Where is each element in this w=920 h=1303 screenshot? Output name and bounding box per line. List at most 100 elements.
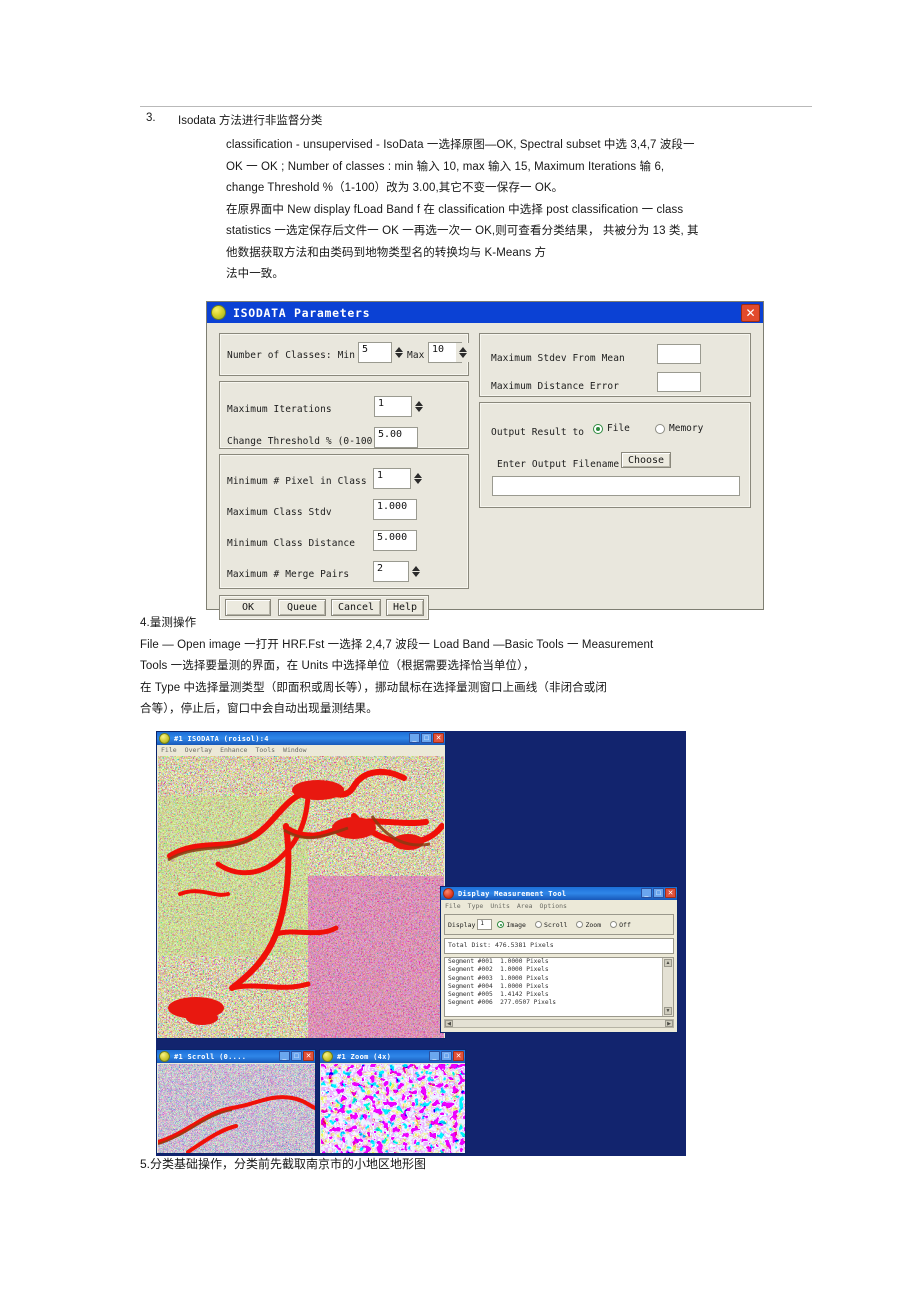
spinner-num-classes-max[interactable] [456,343,469,362]
label-number-of-classes-max: Max [407,350,425,361]
para1-line-1: classification - unsupervised - IsoData … [226,139,695,151]
maximize-icon[interactable]: □ [441,1051,452,1061]
spinner-max-merge-pairs[interactable] [409,562,422,581]
maximize-icon[interactable]: □ [291,1051,302,1061]
image-window-menubar[interactable]: File Overlay Enhance Tools Window [157,745,445,755]
image-window-buttons[interactable]: _ □ ✕ [409,733,444,743]
input-max-merge-pairs[interactable]: 2 [373,561,409,582]
menu-window[interactable]: Window [283,746,306,754]
label-change-threshold: Change Threshold % (0-100) [227,436,379,447]
envi-globe-icon [159,733,170,744]
minimize-icon[interactable]: _ [409,733,420,743]
section-title: Isodata 方法进行非监督分类 [178,115,323,127]
maximize-icon[interactable]: □ [653,888,664,898]
input-max-distance-error[interactable] [657,372,701,392]
para1-line-6: 他数据获取方法和由类码到地物类型名的转换均与 K-Means 方 [226,246,547,259]
segment-list[interactable]: Segment #001 1.0000 Pixels Segment #002 … [444,957,674,1017]
total-distance-readout: Total Dist: 476.5381 Pixels [444,938,674,954]
menu-file[interactable]: File [161,746,177,754]
close-icon[interactable]: ✕ [665,888,676,898]
scroll-right-icon[interactable]: ▶ [665,1020,673,1027]
envi-globe-icon [211,305,226,320]
choose-button[interactable]: Choose [621,452,671,468]
scroll-window-title: #1 Scroll (0.... [174,1052,247,1061]
spinner-maximum-iterations[interactable] [412,397,425,416]
minimize-icon[interactable]: _ [429,1051,440,1061]
para2-line-2: File — Open image 一打开 HRF.Fst 一选择 2,4,7 … [140,638,654,651]
dialog-title-bar: ISODATA Parameters ✕ [207,302,763,323]
radio-dot-scroll [534,921,542,928]
close-icon[interactable]: ✕ [303,1051,314,1061]
horizontal-scrollbar[interactable]: ◀ ▶ [444,1019,674,1028]
radio-dot-zoom [576,921,584,928]
scroll-window[interactable]: #1 Scroll (0.... _ □ ✕ [156,1049,316,1154]
input-max-stdev-from-mean[interactable] [657,344,701,364]
menu-enhance[interactable]: Enhance [220,746,247,754]
radio-zoom[interactable]: Zoom [576,921,601,929]
maximize-icon[interactable]: □ [421,733,432,743]
para1-line-5: statistics 一选定保存后文件一 OK 一再选一次一 OK,则可查看分类… [226,225,699,237]
input-change-threshold[interactable]: 5.00 [374,427,418,448]
scroll-left-icon[interactable]: ◀ [445,1020,453,1027]
input-min-class-distance[interactable]: 5.000 [373,530,417,551]
radio-output-file[interactable]: File [593,423,630,434]
list-item: Segment #002 1.0000 Pixels [448,966,549,974]
radio-scroll[interactable]: Scroll [534,921,567,929]
close-icon[interactable]: ✕ [433,733,444,743]
radio-dot-memory [655,423,665,434]
zoom-window[interactable]: #1 Zoom (4x) _ □ ✕ [319,1049,466,1154]
menu-area[interactable]: Area [517,902,533,910]
menu-type[interactable]: Type [468,902,484,910]
isodata-image-window[interactable]: #1 ISODATA (roisol):4 _ □ ✕ File Overlay… [156,731,446,1039]
close-icon[interactable]: ✕ [453,1051,464,1061]
para1-line-3: change Threshold %（1-100）改为 3.00,其它不变一保存… [226,182,564,194]
input-min-pixel-in-class[interactable]: 1 [373,468,411,489]
measurement-menubar[interactable]: File Type Units Area Options [441,900,677,911]
scroll-window-title-bar: #1 Scroll (0.... _ □ ✕ [157,1050,315,1063]
spinner-num-classes-min[interactable] [392,343,405,362]
list-item: Segment #001 1.0000 Pixels [448,958,549,965]
minimize-icon[interactable]: _ [641,888,652,898]
menu-units[interactable]: Units [490,902,510,910]
minimize-icon[interactable]: _ [279,1051,290,1061]
close-icon[interactable]: ✕ [741,304,760,322]
label-max-merge-pairs: Maximum # Merge Pairs [227,569,350,580]
caption-section-5: 5.分类基础操作，分类前先截取南京市的小地区地形图 [140,1157,427,1171]
para2-line-3: Tools 一选择要量测的界面，在 Units 中选择单位（根据需要选择恰当单位… [140,660,535,672]
isodata-parameters-dialog[interactable]: ISODATA Parameters ✕ Number of Classes: … [206,301,764,620]
input-output-filename[interactable] [492,476,740,496]
para1-line-7: 法中一致。 [226,268,284,280]
display-selector-row[interactable]: Display 1 Image Scroll Zoom Off [444,914,674,935]
scroll-up-icon[interactable]: ▲ [664,959,672,967]
menu-tools[interactable]: Tools [255,746,275,754]
label-max-distance-error: Maximum Distance Error [491,381,620,392]
radio-off[interactable]: Off [610,921,631,929]
zoom-raster-svg [321,1064,465,1153]
input-maximum-iterations[interactable]: 1 [374,396,412,417]
measurement-window-buttons[interactable]: _ □ ✕ [641,888,676,898]
radio-label-memory: Memory [669,423,704,434]
menu-options[interactable]: Options [540,902,567,910]
scroll-window-buttons[interactable]: _ □ ✕ [279,1051,314,1061]
envi-globe-icon [322,1051,333,1062]
radio-image[interactable]: Image [497,921,526,929]
dialog-body: Number of Classes: Min 5 Max 10 Maximum … [207,323,763,620]
vertical-scrollbar[interactable]: ▲ ▼ [662,958,673,1016]
menu-overlay[interactable]: Overlay [185,746,212,754]
menu-file[interactable]: File [445,902,461,910]
scroll-down-icon[interactable]: ▼ [664,1007,672,1015]
header-rule [140,106,812,107]
display-value[interactable]: 1 [477,919,493,930]
input-num-classes-min[interactable]: 5 [358,342,392,363]
input-max-class-stdv[interactable]: 1.000 [373,499,417,520]
zoom-window-buttons[interactable]: _ □ ✕ [429,1051,464,1061]
label-max-stdev-from-mean: Maximum Stdev From Mean [491,353,625,364]
radio-output-memory[interactable]: Memory [655,423,703,434]
display-measurement-tool[interactable]: Display Measurement Tool _ □ ✕ File Type… [440,886,678,1033]
envi-globe-icon [159,1051,170,1062]
zoom-raster-image [321,1064,465,1153]
image-window-title-bar: #1 ISODATA (roisol):4 _ □ ✕ [157,732,445,745]
spinner-min-pixel-in-class[interactable] [411,469,424,488]
measurement-title-bar: Display Measurement Tool _ □ ✕ [441,887,677,900]
para1-line-4: 在原界面中 New display fLoad Band f 在 classif… [226,203,684,216]
